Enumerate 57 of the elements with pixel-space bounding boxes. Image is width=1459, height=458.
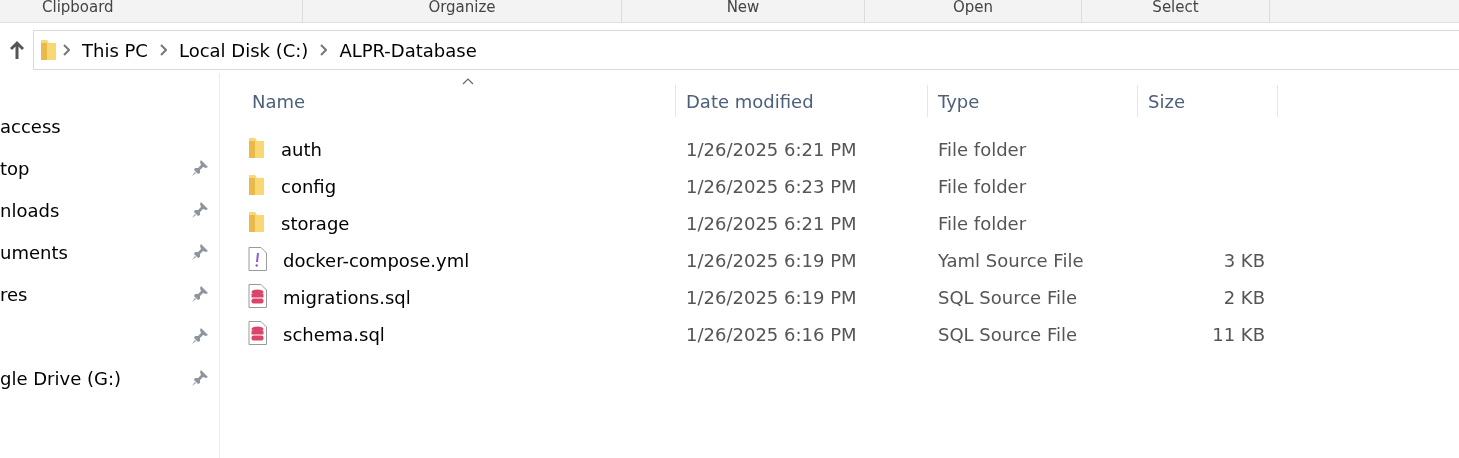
column-header[interactable]: Name <box>252 90 306 112</box>
file-name[interactable]: schema.sql <box>283 324 385 345</box>
up-arrow-icon[interactable] <box>8 40 25 60</box>
nav-item[interactable]: top <box>0 157 30 179</box>
column-header[interactable]: Date modified <box>686 90 814 112</box>
folder-icon <box>248 210 265 233</box>
file-name[interactable]: migrations.sql <box>283 287 411 308</box>
date-cell: 1/26/2025 6:19 PM <box>686 287 857 308</box>
column-header[interactable]: Size <box>1148 90 1185 112</box>
ribbon-group-label: Clipboard <box>42 0 114 14</box>
column-header[interactable]: Type <box>938 90 980 112</box>
pin-icon[interactable] <box>191 327 209 345</box>
breadcrumb[interactable]: ALPR-Database <box>333 39 483 61</box>
type-cell: File folder <box>938 176 1027 197</box>
database-file-icon <box>248 283 267 308</box>
pin-icon[interactable] <box>191 243 209 261</box>
ribbon-group-label: Select <box>1152 0 1199 14</box>
nav-item[interactable]: uments <box>0 241 68 263</box>
nav-item[interactable]: nloads <box>0 199 60 221</box>
pin-icon[interactable] <box>191 369 209 387</box>
yaml-file-icon <box>248 246 267 271</box>
file-name[interactable]: storage <box>281 213 350 234</box>
size-cell: 3 KB <box>1223 250 1265 271</box>
type-cell: SQL Source File <box>938 287 1077 308</box>
chevron-icon[interactable] <box>159 44 167 56</box>
date-cell: 1/26/2025 6:16 PM <box>686 324 857 345</box>
type-cell: File folder <box>938 139 1027 160</box>
file-name[interactable]: config <box>281 176 337 197</box>
ribbon-group-label: New <box>726 0 760 14</box>
ribbon-group-label: Organize <box>428 0 496 14</box>
date-cell: 1/26/2025 6:23 PM <box>686 176 857 197</box>
file-name[interactable]: docker-compose.yml <box>283 250 470 271</box>
chevron-icon[interactable] <box>320 44 328 56</box>
breadcrumb[interactable]: This PC <box>76 39 154 61</box>
nav-item[interactable]: access <box>0 115 61 137</box>
type-cell: File folder <box>938 213 1027 234</box>
type-cell: Yaml Source File <box>938 250 1084 271</box>
pin-icon[interactable] <box>191 285 209 303</box>
ribbon-group-label: Open <box>952 0 994 14</box>
address-bar[interactable]: This PC Local Disk (C:) ALPR-Database <box>33 30 1459 70</box>
chevron-icon[interactable] <box>63 44 70 56</box>
date-cell: 1/26/2025 6:21 PM <box>686 213 857 234</box>
file-name[interactable]: auth <box>281 139 322 160</box>
nav-item[interactable]: gle Drive (G:) <box>0 367 121 389</box>
folder-icon <box>248 173 265 196</box>
size-cell: 11 KB <box>1212 324 1265 345</box>
folder-icon <box>248 136 265 159</box>
type-cell: SQL Source File <box>938 324 1077 345</box>
date-cell: 1/26/2025 6:19 PM <box>686 250 857 271</box>
nav-item[interactable]: res <box>0 283 28 305</box>
breadcrumb[interactable]: Local Disk (C:) <box>172 39 315 61</box>
pin-icon[interactable] <box>191 159 209 177</box>
pin-icon[interactable] <box>191 201 209 219</box>
date-cell: 1/26/2025 6:21 PM <box>686 139 857 160</box>
size-cell: 2 KB <box>1223 287 1265 308</box>
database-file-icon <box>248 320 267 345</box>
folder-icon <box>40 39 57 61</box>
